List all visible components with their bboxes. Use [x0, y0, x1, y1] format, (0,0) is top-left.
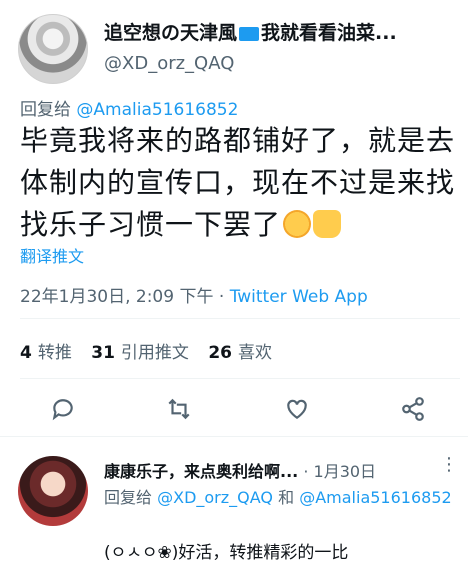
reply-tweet[interactable]: 康康乐子，来点奥利给啊... · 1月30日 ⋮ 回复给 @XD_orz_QAQ…	[0, 438, 468, 572]
retweet-button[interactable]	[162, 392, 196, 426]
retweets-count: 4	[20, 343, 32, 363]
reply-date[interactable]: · 1月30日	[298, 462, 376, 481]
retweets-label: 转推	[37, 343, 72, 363]
replying-to-label: 回复给	[20, 100, 71, 120]
translate-tweet-link[interactable]: 翻译推文	[20, 243, 84, 267]
author-display-name[interactable]: 追空想の天津風 我就看看油菜...	[104, 18, 460, 45]
quotes-label: 引用推文	[120, 343, 189, 363]
author-name-suffix: 我就看看油菜...	[261, 22, 397, 44]
replying-to-handle-link[interactable]: @Amalia51616852	[299, 488, 451, 507]
reply-replying-to: 回复给 @XD_orz_QAQ 和 @Amalia51616852	[104, 486, 454, 510]
like-icon	[287, 399, 307, 419]
tweet-text-line: 体制内的宣传口，现在不过是来找	[20, 166, 456, 199]
likes-label: 喜欢	[238, 343, 272, 363]
reply-button[interactable]	[46, 392, 80, 426]
tweet-stats: 4 转推 31 引用推文 26 喜欢	[20, 338, 286, 363]
reply-icon	[52, 399, 73, 421]
yum-face-emoji-icon	[283, 210, 312, 238]
author-block[interactable]: 追空想の天津風 我就看看油菜... @XD_orz_QAQ	[104, 18, 460, 74]
divider	[20, 318, 460, 319]
tweet-text: 毕竟我将来的路都铺好了，就是去 体制内的宣传口，现在不过是来找 找乐子习惯一下罢…	[20, 120, 460, 246]
reply-text: (ㅇㅅㅇ❀)好活，转推精彩的一比	[104, 543, 349, 563]
tweet-source-link[interactable]: Twitter Web App	[230, 287, 368, 307]
reply-header: 康康乐子，来点奥利给啊... · 1月30日	[104, 458, 460, 482]
more-options-icon[interactable]: ⋮	[440, 454, 458, 475]
quotes-stat[interactable]: 31 引用推文	[91, 343, 189, 363]
tweet-timestamp: 22年1月30日, 2:09 下午 · Twitter Web App	[20, 282, 368, 307]
author-avatar[interactable]	[18, 14, 88, 84]
reply-author-avatar[interactable]	[18, 456, 88, 526]
replying-to: 回复给 @Amalia51616852	[20, 95, 238, 120]
likes-stat[interactable]: 26 喜欢	[208, 343, 272, 363]
retweets-stat[interactable]: 4 转推	[20, 343, 72, 363]
replying-to-and: 和	[278, 488, 295, 507]
share-icon	[402, 397, 424, 421]
author-handle[interactable]: @XD_orz_QAQ	[104, 53, 460, 74]
author-name-text: 追空想の天津風	[104, 22, 238, 44]
quotes-count: 31	[91, 343, 115, 363]
likes-count: 26	[208, 343, 232, 363]
share-button[interactable]	[396, 392, 430, 426]
tweet-text-segment: 找乐子习惯一下罢了	[20, 208, 282, 241]
thumbs-up-emoji-icon	[313, 210, 342, 238]
replying-to-handle-link[interactable]: @XD_orz_QAQ	[157, 488, 273, 507]
replying-to-handle-link[interactable]: @Amalia51616852	[76, 100, 238, 120]
reply-author-name[interactable]: 康康乐子，来点奥利给啊...	[104, 462, 298, 481]
like-button[interactable]	[280, 392, 314, 426]
name-emoji-icon	[239, 26, 260, 41]
tweet-date[interactable]: 22年1月30日, 2:09 下午 ·	[20, 287, 230, 307]
replying-to-label: 回复给	[104, 488, 153, 507]
retweet-icon	[168, 398, 190, 420]
tweet-text-line: 找乐子习惯一下罢了	[20, 204, 460, 246]
tweet-text-line: 毕竟我将来的路都铺好了，就是去	[20, 124, 456, 157]
tweet-actions	[0, 392, 468, 426]
divider	[20, 378, 460, 379]
divider	[0, 436, 468, 437]
